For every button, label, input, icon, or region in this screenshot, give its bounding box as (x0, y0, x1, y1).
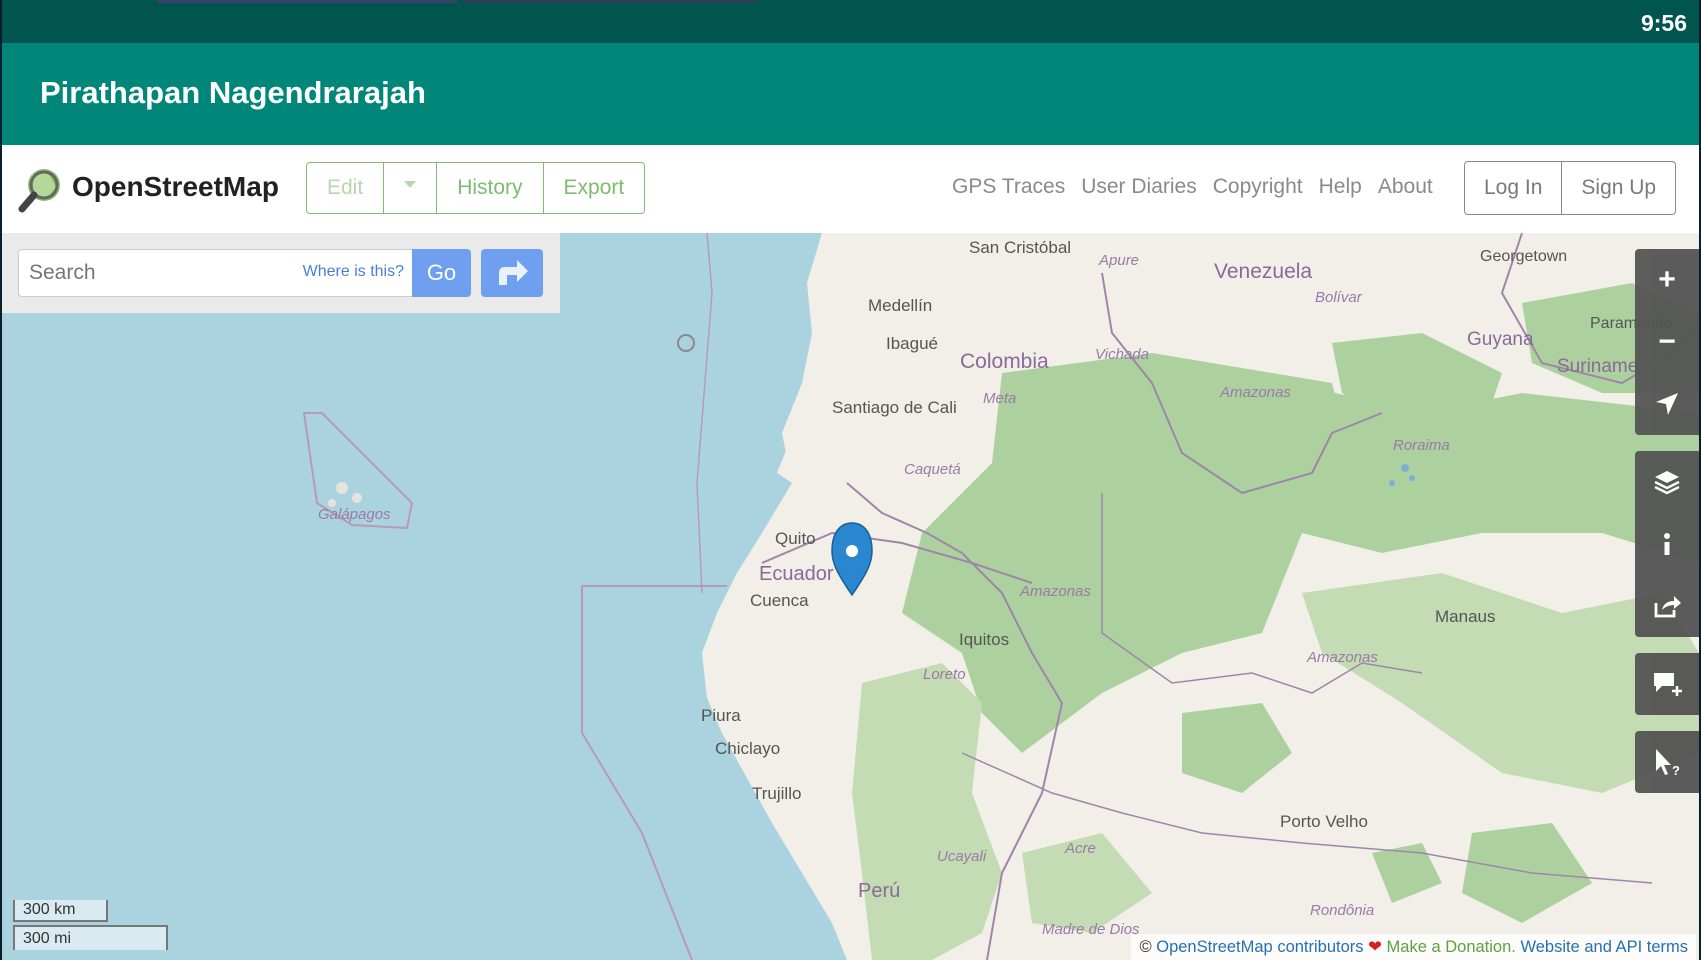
zoom-control-group: + − (1635, 249, 1699, 435)
signup-button[interactable]: Sign Up (1562, 161, 1677, 215)
locate-button[interactable] (1635, 373, 1699, 435)
place-label: Venezuela (1214, 260, 1312, 283)
cursor-question-icon: ? (1656, 749, 1680, 777)
scale-bar: 300 km 300 mi (13, 900, 168, 950)
plus-icon: + (1658, 263, 1676, 296)
tab-indicator-2 (462, 0, 757, 3)
place-label: Medellín (868, 296, 932, 315)
place-label: Bolívar (1315, 289, 1363, 306)
share-icon (1654, 596, 1681, 618)
brand-name[interactable]: OpenStreetMap (72, 171, 279, 203)
nav-gps-traces[interactable]: GPS Traces (952, 175, 1065, 199)
scale-km: 300 km (13, 900, 108, 922)
attribution: © OpenStreetMap contributors ❤ Make a Do… (1131, 934, 1696, 960)
place-label: Trujillo (752, 784, 801, 803)
place-label: Apure (1098, 252, 1139, 269)
edit-dropdown-button[interactable] (384, 162, 438, 214)
place-label: Cuenca (750, 591, 809, 610)
place-label: Guyana (1467, 329, 1534, 350)
nav-help[interactable]: Help (1319, 175, 1362, 199)
osm-logo-icon[interactable] (18, 165, 66, 213)
layers-button[interactable] (1635, 451, 1699, 513)
place-label: Caquetá (904, 461, 961, 478)
place-label: Perú (858, 880, 900, 902)
donation-link[interactable]: Make a Donation. (1387, 938, 1516, 956)
auth-buttons: Log In Sign Up (1464, 161, 1677, 215)
info-icon (1664, 533, 1670, 555)
search-input[interactable] (27, 256, 291, 290)
layers-icon (1654, 471, 1680, 495)
place-label: Loreto (923, 666, 966, 683)
share-button[interactable] (1635, 575, 1699, 637)
place-label: Amazonas (1306, 649, 1378, 666)
login-button[interactable]: Log In (1464, 161, 1563, 215)
directions-icon (499, 260, 528, 285)
place-label: Piura (701, 706, 741, 725)
place-label: Vichada (1095, 346, 1149, 363)
add-note-icon (1654, 673, 1682, 696)
place-label: Ucayali (937, 848, 987, 865)
place-label: Iquitos (959, 630, 1009, 649)
query-control-group: ? (1635, 731, 1699, 793)
place-label: Amazonas (1219, 384, 1291, 401)
heart-icon: ❤ (1368, 938, 1382, 956)
place-label: Meta (983, 390, 1016, 407)
search-box: Where is this? (18, 249, 415, 297)
contributors-link[interactable]: OpenStreetMap contributors (1156, 938, 1363, 956)
place-label: Quito (775, 529, 816, 548)
map-key-button[interactable] (1635, 513, 1699, 575)
location-arrow-icon (1656, 393, 1678, 415)
place-label: Colombia (960, 350, 1049, 373)
place-label: Amazonas (1019, 583, 1091, 600)
tab-indicator (157, 0, 457, 3)
nav-user-diaries[interactable]: User Diaries (1081, 175, 1197, 199)
place-label: Georgetown (1480, 248, 1567, 265)
copyright-symbol: © (1139, 938, 1152, 956)
place-label: Suriname (1557, 356, 1638, 377)
edit-button-group: Edit History Export (306, 162, 646, 214)
go-button[interactable]: Go (412, 249, 471, 297)
edit-button[interactable]: Edit (306, 162, 385, 214)
query-features-button[interactable]: ? (1635, 731, 1699, 793)
zoom-out-button[interactable]: − (1635, 311, 1699, 373)
place-label: Galápagos (318, 506, 391, 523)
place-label: Ecuador (759, 563, 834, 585)
map-controls: + − ? (1635, 249, 1699, 809)
place-label: Santiago de Cali (832, 398, 957, 417)
nav-about[interactable]: About (1378, 175, 1433, 199)
zoom-in-button[interactable]: + (1635, 249, 1699, 311)
search-panel: Where is this? Go (2, 233, 560, 313)
history-button[interactable]: History (437, 162, 544, 214)
place-label: San Cristóbal (969, 238, 1071, 257)
app-title-bar: Pirathapan Nagendrarajah (2, 43, 1699, 145)
place-label: Ibagué (886, 334, 938, 353)
place-label: Chiclayo (715, 739, 780, 758)
clock: 9:56 (1640, 10, 1687, 36)
status-bar: 9:56 (2, 0, 1699, 43)
note-control-group (1635, 653, 1699, 715)
scale-mi: 300 mi (13, 925, 168, 950)
place-label: Rondônia (1310, 902, 1374, 919)
place-label: Manaus (1435, 607, 1495, 626)
place-label: Acre (1064, 840, 1096, 857)
place-label: Roraima (1393, 437, 1450, 454)
panel-control-group (1635, 451, 1699, 637)
place-label: Porto Velho (1280, 812, 1368, 831)
place-label: Madre de Dios (1042, 921, 1140, 938)
terms-link[interactable]: Website and API terms (1520, 938, 1688, 956)
svg-text:?: ? (1672, 763, 1680, 777)
osm-header: OpenStreetMap Edit History Export GPS Tr… (2, 145, 1699, 234)
app-window: 9:56 Pirathapan Nagendrarajah OpenStreet… (2, 0, 1699, 960)
main-nav: GPS Traces User Diaries Copyright Help A… (952, 175, 1433, 199)
directions-button[interactable] (481, 249, 543, 297)
map-canvas[interactable]: San Cristóbal Apure Venezuela Bolívar Ge… (2, 233, 1699, 960)
app-title: Pirathapan Nagendrarajah (40, 75, 426, 110)
minus-icon: − (1658, 325, 1676, 358)
nav-copyright[interactable]: Copyright (1213, 175, 1303, 199)
where-is-this-link[interactable]: Where is this? (303, 263, 404, 281)
add-note-button[interactable] (1635, 653, 1699, 715)
export-button[interactable]: Export (543, 162, 646, 214)
chevron-down-icon (404, 180, 417, 188)
